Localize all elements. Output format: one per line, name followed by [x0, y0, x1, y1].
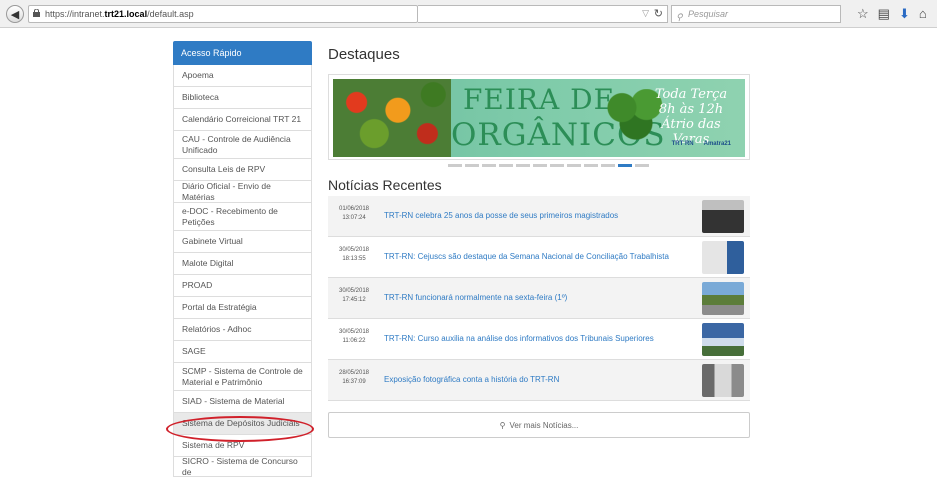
sidebar-item-calendario[interactable]: Calendário Correicional TRT 21	[173, 109, 312, 131]
vegetables-image	[333, 79, 451, 157]
news-title-link[interactable]: Exposição fotográfica conta a história d…	[384, 375, 559, 384]
highlight-circle	[166, 416, 314, 442]
sidebar-item-relatorios[interactable]: Relatórios - Adhoc	[173, 319, 312, 341]
news-date: 28/05/2018 16:37:09	[338, 370, 370, 385]
sidebar-item-siad[interactable]: SIAD - Sistema de Material	[173, 391, 312, 413]
news-thumbnail[interactable]	[702, 200, 744, 233]
reload-icon[interactable]: ↻	[654, 7, 663, 20]
news-thumbnail[interactable]	[702, 364, 744, 397]
bookmarks-list-icon[interactable]: ▤	[878, 6, 890, 22]
news-thumbnail[interactable]	[702, 241, 744, 274]
sidebar-item-gabinete[interactable]: Gabinete Virtual	[173, 231, 312, 253]
news-date: 30/05/2018 18:13:55	[338, 247, 370, 262]
lock-icon	[33, 9, 40, 17]
banner-image: FEIRA DE ORGÂNICOS Toda Terça 8h às 12h …	[333, 79, 745, 157]
carousel-dot[interactable]	[567, 164, 581, 167]
url-bar[interactable]: https://intranet.trt21.local/default.asp	[28, 5, 418, 23]
news-title-link[interactable]: TRT-RN celebra 25 anos da posse de seus …	[384, 211, 618, 220]
download-icon[interactable]: ⬇	[899, 6, 910, 22]
news-title-link[interactable]: TRT-RN funcionará normalmente na sexta-f…	[384, 293, 567, 302]
carousel-dot[interactable]	[516, 164, 530, 167]
sidebar-item-consulta-rpv[interactable]: Consulta Leis de RPV	[173, 159, 312, 181]
carousel-dot-active[interactable]	[618, 164, 632, 167]
destaques-heading: Destaques	[328, 46, 400, 63]
url-host: trt21.local	[104, 9, 148, 19]
banner-logos: TRT RN Amatra21	[672, 141, 731, 147]
banner-line1: FEIRA DE	[463, 83, 616, 116]
search-icon: ⚲	[499, 420, 506, 430]
search-placeholder: Pesquisar	[688, 9, 729, 19]
sidebar-item-cau[interactable]: CAU - Controle de Audiência Unificado	[173, 131, 312, 159]
carousel-dot[interactable]	[550, 164, 564, 167]
carousel-dot[interactable]	[465, 164, 479, 167]
sidebar-item-estrategia[interactable]: Portal da Estratégia	[173, 297, 312, 319]
back-icon[interactable]: ◀	[6, 5, 24, 23]
sidebar-item-proad[interactable]: PROAD	[173, 275, 312, 297]
carousel-dot[interactable]	[584, 164, 598, 167]
news-list: 01/06/2018 13:07:24 TRT-RN celebra 25 ano…	[328, 196, 750, 401]
news-thumbnail[interactable]	[702, 282, 744, 315]
url-prefix: https://intranet.	[45, 9, 105, 19]
carousel-indicators	[448, 164, 649, 167]
url-bar-end: ▽ ↻	[418, 5, 668, 23]
carousel-dot[interactable]	[499, 164, 513, 167]
carousel-dot[interactable]	[601, 164, 615, 167]
news-title-link[interactable]: TRT-RN: Cejuscs são destaque da Semana N…	[384, 252, 669, 261]
featured-banner[interactable]: FEIRA DE ORGÂNICOS Toda Terça 8h às 12h …	[328, 74, 750, 160]
quick-access-sidebar: Acesso Rápido Apoema Biblioteca Calendár…	[173, 41, 312, 477]
more-news-button[interactable]: ⚲ Ver mais Notícias...	[328, 412, 750, 438]
news-item: 28/05/2018 16:37:09 Exposição fotográfica…	[328, 360, 750, 401]
trt-logo: TRT RN	[671, 141, 694, 147]
sidebar-item-malote[interactable]: Malote Digital	[173, 253, 312, 275]
carousel-dot[interactable]	[635, 164, 649, 167]
sidebar-item-sage[interactable]: SAGE	[173, 341, 312, 363]
news-item: 30/05/2018 11:06:22 TRT-RN: Curso auxilia…	[328, 319, 750, 360]
news-date: 30/05/2018 17:45:12	[338, 288, 370, 303]
sidebar-item-scmp[interactable]: SCMP - Sistema de Controle de Material e…	[173, 363, 312, 391]
sidebar-item-sicro[interactable]: SICRO - Sistema de Concurso de	[173, 456, 312, 477]
carousel-dot[interactable]	[533, 164, 547, 167]
sidebar-item-biblioteca[interactable]: Biblioteca	[173, 87, 312, 109]
banner-hours: 8h às 12h	[658, 102, 724, 117]
news-date: 30/05/2018 11:06:22	[338, 329, 370, 344]
url-path: /default.asp	[147, 9, 194, 19]
sidebar-header: Acesso Rápido	[173, 41, 312, 65]
sidebar-item-diario-oficial[interactable]: Diário Oficial - Envio de Matérias	[173, 181, 312, 203]
more-news-label: Ver mais Notícias...	[509, 420, 579, 430]
browser-toolbar: ◀ https://intranet.trt21.local/default.a…	[0, 0, 937, 28]
sidebar-item-edoc[interactable]: e-DOC - Recebimento de Petições	[173, 203, 312, 231]
news-item: 01/06/2018 13:07:24 TRT-RN celebra 25 ano…	[328, 196, 750, 237]
news-date: 01/06/2018 13:07:24	[338, 206, 370, 221]
banner-day: Toda Terça	[654, 87, 728, 102]
carousel-dot[interactable]	[448, 164, 462, 167]
banner-schedule: Toda Terça 8h às 12h Átrio das Varas	[641, 87, 741, 147]
search-icon: ⚲	[676, 12, 683, 22]
sidebar-item-apoema[interactable]: Apoema	[173, 65, 312, 87]
news-item: 30/05/2018 18:13:55 TRT-RN: Cejuscs são d…	[328, 237, 750, 278]
amatra-logo: Amatra21	[703, 141, 731, 147]
news-title-link[interactable]: TRT-RN: Curso auxilia na análise dos inf…	[384, 334, 654, 343]
dropdown-arrow-icon[interactable]: ▽	[642, 8, 649, 19]
carousel-dot[interactable]	[482, 164, 496, 167]
main-content: Destaques FEIRA DE ORGÂNICOS Toda Terça …	[328, 46, 750, 438]
home-icon[interactable]: ⌂	[919, 6, 927, 22]
news-item: 30/05/2018 17:45:12 TRT-RN funcionará nor…	[328, 278, 750, 319]
bookmark-star-icon[interactable]: ☆	[857, 6, 869, 22]
search-input[interactable]: ⚲ Pesquisar	[671, 5, 841, 23]
news-thumbnail[interactable]	[702, 323, 744, 356]
news-heading: Notícias Recentes	[328, 177, 442, 193]
